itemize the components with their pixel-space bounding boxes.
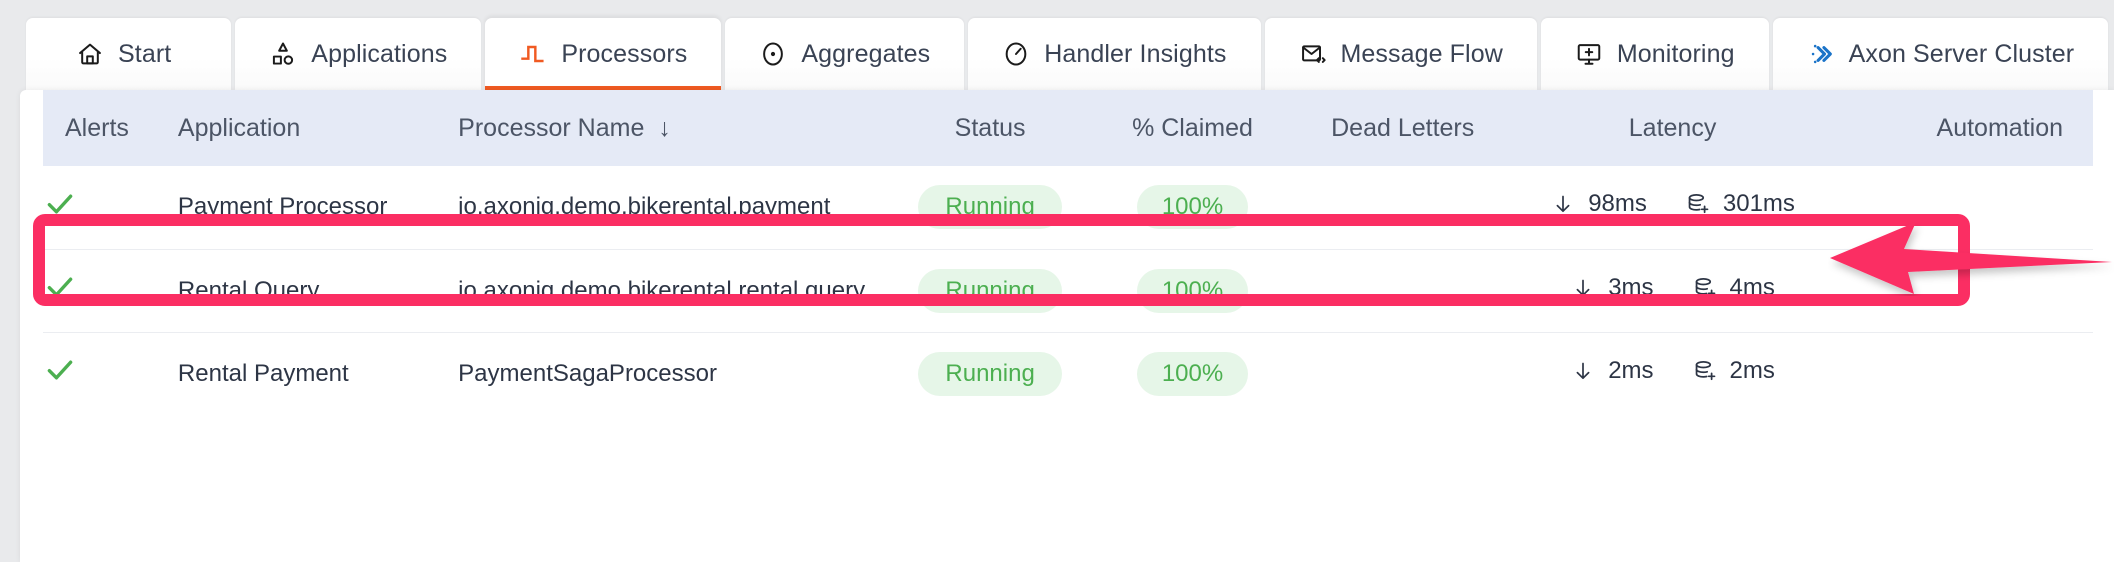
table-header-row: Alerts Application Processor Name ↓ Stat… — [43, 90, 2093, 166]
status-badge: Running — [918, 185, 1062, 230]
cell-claimed: 100% — [1091, 332, 1293, 415]
tab-handler-insights[interactable]: Handler Insights — [968, 18, 1261, 90]
tab-label: Monitoring — [1616, 39, 1735, 68]
column-header-claimed[interactable]: % Claimed — [1091, 90, 1293, 166]
processors-panel: Alerts Application Processor Name ↓ Stat… — [20, 90, 2114, 562]
latency-commit-value: 301ms — [1722, 190, 1795, 218]
tab-processors[interactable]: Processors — [485, 18, 722, 90]
main-tab-bar: Start Applications Processors Aggregates — [0, 0, 2114, 90]
cell-application: Payment Processor — [177, 193, 388, 221]
status-badge: Running — [918, 351, 1062, 396]
tab-applications[interactable]: Applications — [235, 18, 482, 90]
monitor-icon — [1575, 40, 1603, 68]
target-icon — [759, 40, 787, 68]
down-arrow-icon — [1570, 357, 1596, 385]
home-icon — [76, 40, 104, 68]
cell-dead-letters — [1294, 166, 1512, 249]
cell-processor-name: PaymentSagaProcessor — [458, 359, 717, 387]
cell-status: Running — [889, 166, 1091, 249]
shapes-icon — [269, 40, 297, 68]
claimed-badge: 100% — [1136, 268, 1249, 313]
column-header-automation[interactable]: Automation — [1833, 90, 2093, 166]
green-check-icon — [43, 353, 77, 387]
status-badge: Running — [918, 268, 1062, 313]
cell-automation — [1833, 249, 2093, 332]
tab-label: Handler Insights — [1044, 39, 1227, 68]
cell-alerts — [43, 166, 178, 249]
latency-ingest-value: 3ms — [1608, 273, 1654, 301]
table-header: Alerts Application Processor Name ↓ Stat… — [43, 90, 2093, 166]
column-header-alerts[interactable]: Alerts — [43, 90, 178, 166]
tab-start[interactable]: Start — [26, 18, 232, 90]
tab-message-flow[interactable]: Message Flow — [1264, 18, 1537, 90]
sort-descending-icon[interactable]: ↓ — [658, 115, 671, 141]
column-label: Dead Letters — [1331, 113, 1475, 142]
column-header-processor-name[interactable]: Processor Name ↓ — [458, 90, 889, 166]
tab-monitoring[interactable]: Monitoring — [1540, 18, 1769, 90]
gauge-icon — [1002, 40, 1030, 68]
claimed-badge: 100% — [1136, 185, 1249, 230]
tab-label: Axon Server Cluster — [1848, 39, 2075, 68]
database-plus-icon — [1692, 274, 1718, 302]
green-check-icon — [43, 270, 77, 304]
cell-processor-name: io.axoniq.demo.bikerental.payment — [458, 193, 831, 221]
column-label: Latency — [1628, 113, 1717, 142]
tab-label: Start — [118, 39, 172, 68]
column-label: Processor Name — [458, 113, 645, 142]
column-label: % Claimed — [1132, 113, 1253, 142]
envelope-code-icon — [1299, 40, 1327, 68]
cell-status: Running — [889, 249, 1091, 332]
tab-axon-server-cluster[interactable]: Axon Server Cluster — [1772, 18, 2109, 90]
column-header-status[interactable]: Status — [889, 90, 1091, 166]
cell-claimed: 100% — [1091, 166, 1293, 249]
cell-latency: 2ms 2ms — [1512, 332, 1834, 415]
cell-alerts — [43, 332, 178, 415]
column-header-application[interactable]: Application — [178, 90, 458, 166]
cell-automation — [1833, 332, 2093, 415]
cell-latency: 3ms 4ms — [1512, 249, 1834, 332]
tab-label: Processors — [561, 39, 688, 68]
column-label: Status — [954, 113, 1026, 142]
latency-ingest-value: 98ms — [1588, 190, 1647, 218]
column-label: Alerts — [65, 113, 129, 142]
table-row[interactable]: Payment Processor io.axoniq.demo.bikeren… — [43, 166, 2093, 249]
tab-label: Aggregates — [801, 39, 931, 68]
tab-aggregates[interactable]: Aggregates — [725, 18, 965, 90]
column-header-latency[interactable]: Latency — [1512, 90, 1834, 166]
cell-automation — [1833, 166, 2093, 249]
cell-dead-letters — [1294, 249, 1512, 332]
claimed-badge: 100% — [1136, 351, 1249, 396]
cell-status: Running — [889, 332, 1091, 415]
tab-label: Applications — [311, 39, 448, 68]
table-body: Payment Processor io.axoniq.demo.bikeren… — [43, 166, 2093, 415]
cell-application: Rental Payment — [177, 359, 349, 387]
cell-dead-letters — [1294, 332, 1512, 415]
latency-commit-value: 4ms — [1729, 273, 1775, 301]
cell-processor-name: io.axoniq.demo.bikerental.rental.query — [458, 276, 866, 304]
column-label: Automation — [1936, 113, 2063, 142]
database-plus-icon — [1692, 357, 1718, 385]
cell-application: Rental Query — [177, 276, 320, 304]
pulse-icon — [519, 40, 547, 68]
tab-label: Message Flow — [1340, 39, 1503, 68]
cell-alerts — [43, 249, 178, 332]
down-arrow-icon — [1550, 190, 1576, 218]
latency-ingest-value: 2ms — [1608, 356, 1654, 384]
processors-table: Alerts Application Processor Name ↓ Stat… — [43, 90, 2093, 415]
database-plus-icon — [1685, 190, 1711, 218]
cell-latency: 98ms 301ms — [1512, 166, 1834, 249]
green-check-icon — [43, 187, 77, 221]
table-row[interactable]: Rental Query io.axoniq.demo.bikerental.r… — [43, 249, 2093, 332]
latency-commit-value: 2ms — [1729, 356, 1775, 384]
cell-claimed: 100% — [1091, 249, 1293, 332]
column-label: Application — [177, 113, 301, 142]
down-arrow-icon — [1570, 274, 1596, 302]
chevrons-icon — [1807, 40, 1835, 68]
column-header-dead-letters[interactable]: Dead Letters — [1294, 90, 1512, 166]
table-row[interactable]: Rental Payment PaymentSagaProcessor Runn… — [43, 332, 2093, 415]
